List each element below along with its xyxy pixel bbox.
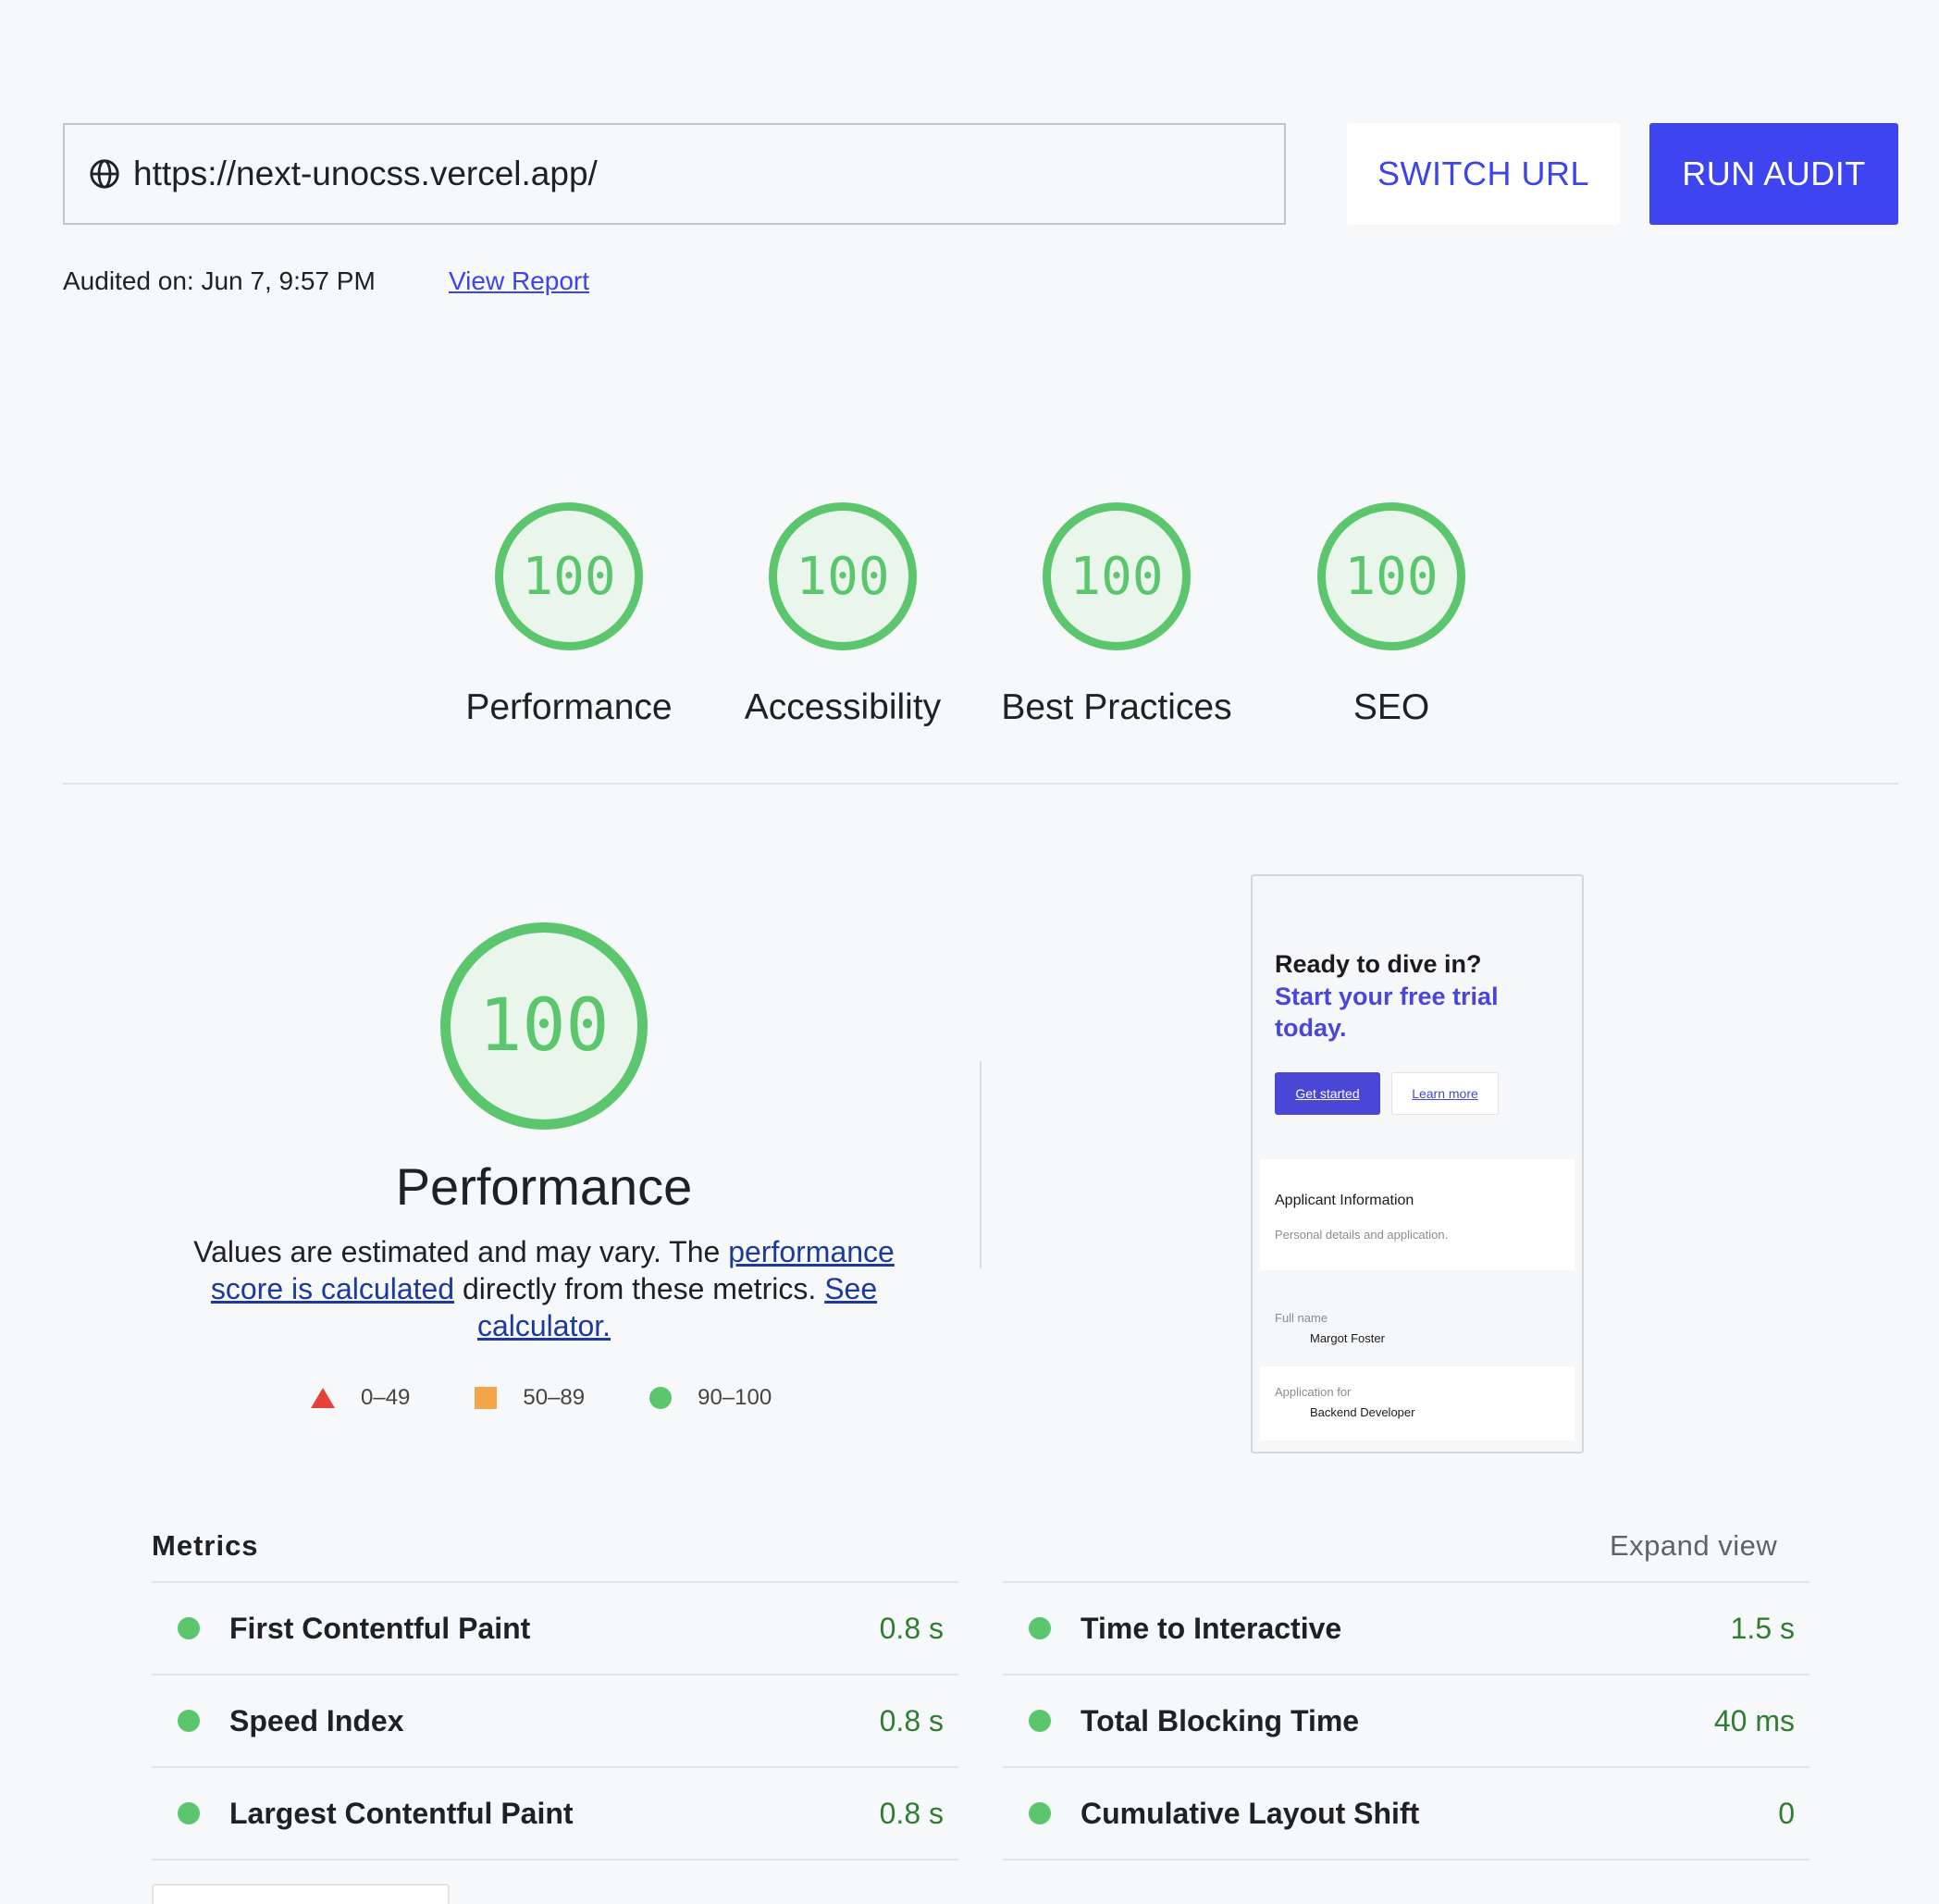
legend-pass: 90–100 xyxy=(649,1385,772,1411)
performance-score-ring: 100 xyxy=(440,922,648,1130)
metric-value: 0.8 s xyxy=(879,1611,944,1645)
metric-row: First Contentful Paint 0.8 s xyxy=(152,1583,958,1675)
run-audit-button[interactable]: RUN AUDIT xyxy=(1649,123,1898,225)
thumb-learn-more-button: Learn more xyxy=(1391,1072,1499,1115)
metric-name: Time to Interactive xyxy=(1081,1611,1342,1645)
square-icon xyxy=(475,1387,498,1409)
metric-name: Speed Index xyxy=(229,1703,404,1737)
thumb-get-started-button: Get started xyxy=(1275,1072,1380,1115)
thumb-field-value: Margot Foster xyxy=(1310,1331,1385,1345)
thumb-card: Applicant Information Personal details a… xyxy=(1260,1159,1575,1270)
pass-circle-icon xyxy=(178,1802,200,1824)
expand-view-toggle[interactable]: Expand view xyxy=(1610,1529,1777,1563)
thumb-field-value: Backend Developer xyxy=(1310,1405,1415,1419)
pass-circle-icon xyxy=(178,1710,200,1732)
metrics-title: Metrics xyxy=(152,1529,259,1562)
score-ring: 100 xyxy=(495,502,643,650)
page-screenshot-thumbnail[interactable]: Ready to dive in? Start your free trial … xyxy=(1251,874,1584,1453)
desc-text: Values are estimated and may vary. The xyxy=(193,1235,729,1268)
legend-range: 50–89 xyxy=(523,1385,586,1410)
pass-circle-icon xyxy=(1029,1710,1051,1732)
gauge-label: Accessibility xyxy=(744,687,942,727)
legend-fail: 0–49 xyxy=(311,1385,410,1411)
pass-circle-icon xyxy=(178,1617,200,1639)
thumb-field-row: Full name Margot Foster xyxy=(1260,1292,1575,1361)
legend-range: 0–49 xyxy=(361,1385,411,1410)
performance-title: Performance xyxy=(395,1157,693,1216)
metric-row: Largest Contentful Paint 0.8 s xyxy=(152,1768,958,1861)
metric-value: 0 xyxy=(1778,1796,1795,1830)
metric-value: 1.5 s xyxy=(1730,1611,1795,1645)
globe-icon xyxy=(89,158,120,190)
thumb-field-label: Application for xyxy=(1275,1385,1352,1399)
metric-row: Cumulative Layout Shift 0 xyxy=(1003,1768,1809,1861)
metrics-column-right: Time to Interactive 1.5 s Total Blocking… xyxy=(1003,1581,1809,1861)
pass-circle-icon xyxy=(1029,1802,1051,1824)
metrics-column-left: First Contentful Paint 0.8 s Speed Index… xyxy=(152,1581,958,1861)
thumb-heading: Ready to dive in? xyxy=(1275,950,1482,978)
metric-name: Largest Contentful Paint xyxy=(229,1796,574,1830)
view-report-link[interactable]: View Report xyxy=(449,266,589,296)
thumb-subheading: Start your free trial today. xyxy=(1275,983,1499,1042)
url-text: https://next-unocss.vercel.app/ xyxy=(133,155,598,192)
gauge-label: Performance xyxy=(465,687,673,727)
metric-row: Speed Index 0.8 s xyxy=(152,1675,958,1768)
circle-icon xyxy=(649,1387,673,1409)
metric-value: 0.8 s xyxy=(879,1796,944,1830)
vertical-divider xyxy=(980,1061,982,1268)
thumb-card-subtitle: Personal details and application. xyxy=(1275,1228,1449,1242)
metric-row: Total Blocking Time 40 ms xyxy=(1003,1675,1809,1768)
performance-description: Values are estimated and may vary. The p… xyxy=(176,1233,912,1344)
triangle-icon xyxy=(311,1388,335,1408)
thumb-field-label: Full name xyxy=(1275,1311,1328,1325)
gauge-seo[interactable]: 100 SEO xyxy=(1243,502,1539,728)
metric-name: Cumulative Layout Shift xyxy=(1081,1796,1420,1830)
gauge-accessibility[interactable]: 100 Accessibility xyxy=(695,502,991,728)
audited-timestamp: Audited on: Jun 7, 9:57 PM xyxy=(63,266,376,295)
gauge-label: SEO xyxy=(1352,687,1430,727)
score-ring: 100 xyxy=(769,502,917,650)
legend-range: 90–100 xyxy=(698,1385,772,1410)
metric-row: Time to Interactive 1.5 s xyxy=(1003,1583,1809,1675)
legend-average: 50–89 xyxy=(475,1385,585,1411)
switch-url-button[interactable]: SWITCH URL xyxy=(1347,123,1620,225)
gauge-best-practices[interactable]: 100 Best Practices xyxy=(969,502,1265,728)
thumb-field-row: Application for Backend Developer xyxy=(1260,1366,1575,1440)
score-legend: 0–49 50–89 90–100 xyxy=(311,1385,836,1411)
gauge-performance[interactable]: 100 Performance xyxy=(421,502,717,728)
pass-circle-icon xyxy=(1029,1617,1051,1639)
section-divider xyxy=(63,783,1898,785)
score-ring: 100 xyxy=(1043,502,1191,650)
gauge-label: Best Practices xyxy=(1001,687,1232,727)
url-input[interactable]: https://next-unocss.vercel.app/ xyxy=(63,123,1286,225)
thumb-card-title: Applicant Information xyxy=(1275,1193,1414,1208)
metric-name: Total Blocking Time xyxy=(1081,1703,1360,1737)
metric-value: 40 ms xyxy=(1713,1703,1795,1737)
score-ring: 100 xyxy=(1317,502,1465,650)
partial-button[interactable] xyxy=(152,1884,450,1904)
metric-value: 0.8 s xyxy=(879,1703,944,1737)
desc-text: directly from these metrics. xyxy=(454,1272,825,1305)
metric-name: First Contentful Paint xyxy=(229,1611,531,1645)
